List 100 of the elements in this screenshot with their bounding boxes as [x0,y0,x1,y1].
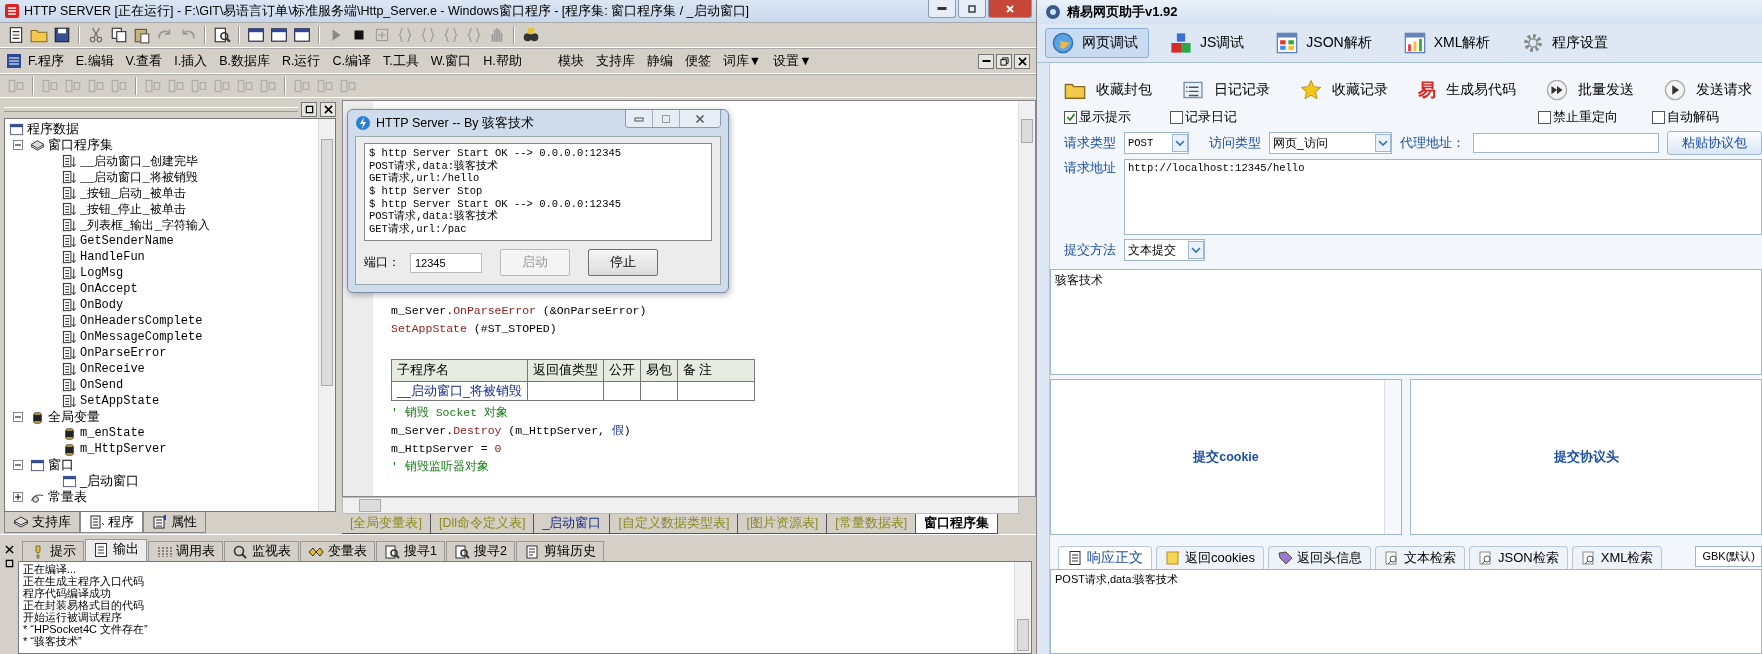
tree-item[interactable]: m_enState [80,426,145,440]
close-button[interactable] [1014,53,1030,69]
cookie-field[interactable]: 提交cookie [1050,379,1402,535]
menu-item[interactable]: V.查看 [119,50,169,72]
output-tab[interactable]: 剪辑历史 [515,541,604,561]
result-tab[interactable]: 文本检索 [1375,546,1466,569]
panel-tab[interactable]: 属性 [143,512,206,533]
restore-icon[interactable] [4,559,14,568]
menu-item[interactable]: 词库▼ [716,50,768,72]
main-tab[interactable]: XML解析 [1396,28,1502,58]
tree-item[interactable]: 窗口 [48,456,74,474]
tree-item[interactable]: LogMsg [80,266,124,280]
main-tab[interactable]: 网页调试 [1045,28,1149,58]
action-button[interactable]: 发送请求 [1664,79,1752,101]
checkbox-label[interactable]: 记录日记 [1185,108,1237,126]
menu-item[interactable]: C.编译 [326,50,377,72]
layout-icon[interactable] [269,25,289,45]
maximize-button[interactable] [653,110,680,127]
collapse-box-icon[interactable] [13,492,23,502]
tree-item[interactable]: OnSend [80,378,124,392]
checkbox-label[interactable]: 自动解码 [1667,108,1719,126]
menu-item[interactable]: 静编 [640,50,679,72]
post-data-field[interactable]: 骇客技术 [1050,269,1762,375]
editor-tab[interactable]: 窗口程序集 [916,514,999,534]
action-button[interactable]: 日记记录 [1182,79,1270,101]
checkbox[interactable] [1170,110,1183,124]
scrollbar[interactable] [342,497,1019,514]
proxy-field[interactable] [1473,133,1659,153]
tree-item[interactable]: 全局变量 [48,408,100,426]
close-button[interactable] [320,101,336,117]
result-tab[interactable]: JSON检索 [1469,546,1568,569]
main-tab[interactable]: JS调试 [1163,28,1256,58]
tree-item[interactable]: OnHeadersComplete [80,314,203,328]
menu-item[interactable]: R.运行 [276,50,327,72]
tree-item[interactable]: OnReceive [80,362,145,376]
checkbox-label[interactable]: 显示提示 [1079,108,1131,126]
tree-item[interactable]: OnAccept [80,282,138,296]
menu-item[interactable]: 模块 [551,50,590,72]
output-tab[interactable]: 监视表 [224,541,299,561]
log-list[interactable]: $ http Server Start OK --> 0.0.0.0:12345 POST请求,data:骇客技术 GET请求,url:/hello $ http Server Stop $ http Server Start OK --> 0.0.0.0:12345 POST请求,data:骇客技术 GET请求,url:/pac [364,143,712,241]
tree-item[interactable]: HandleFun [80,250,145,264]
checkbox[interactable] [1538,110,1551,124]
menu-item[interactable]: 便签 [678,50,717,72]
encoding-select[interactable]: GBK(默认) [1695,546,1762,567]
copy-icon[interactable] [109,25,129,45]
save-icon[interactable] [52,25,72,45]
action-button[interactable]: 易 生成易代码 [1418,78,1516,102]
output-tab[interactable]: 调用表 [148,541,223,561]
action-button[interactable]: 收藏记录 [1300,79,1388,101]
tree-item[interactable]: GetSenderName [80,234,174,248]
find-icon[interactable] [212,25,232,45]
main-tab[interactable]: 程序设置 [1515,28,1620,58]
action-button[interactable]: 收藏封包 [1064,79,1152,101]
restore-button[interactable] [996,53,1012,69]
menu-item[interactable]: W.窗口 [424,50,478,72]
tree-item[interactable]: _按钮_启动_被单击 [80,184,186,202]
access-type-select[interactable]: 网页_访问 [1269,132,1392,154]
checkbox[interactable] [1652,110,1665,124]
panel-tab[interactable]: 程序 [80,512,143,533]
method-select[interactable]: 文本提交 [1124,239,1205,261]
response-field[interactable]: POST请求,data:骇客技术 [1050,570,1762,654]
panel-tab[interactable]: 支持库 [4,512,80,533]
result-tab[interactable]: 返回cookies [1156,546,1265,569]
tree-item[interactable]: __启动窗口_将被销毁 [80,168,198,186]
menu-item[interactable]: E.编辑 [69,50,120,72]
tree-item[interactable]: _列表框_输出_字符输入 [80,216,210,234]
tree-item[interactable]: 程序数据 [27,120,79,138]
minimize-button[interactable] [928,0,956,18]
output-tab[interactable]: 提示 [22,541,84,561]
tree-item[interactable]: 常量表 [48,488,87,506]
editor-tab[interactable]: _启动窗口 [534,514,611,534]
menu-item[interactable]: H.帮助 [477,50,528,72]
menu-item[interactable]: 设置▼ [767,50,818,72]
port-field[interactable]: 12345 [410,252,482,273]
output-tab[interactable]: 搜寻2 [445,541,515,561]
tree-item[interactable]: _启动窗口 [80,472,140,490]
maximize-button[interactable] [958,0,986,18]
output-tab[interactable]: 搜寻1 [376,541,445,561]
tree-item[interactable]: OnMessageComplete [80,330,203,344]
menu-item[interactable]: T.工具 [377,50,425,72]
layout-icon[interactable] [292,25,312,45]
tree-item[interactable]: OnBody [80,298,124,312]
tree-item[interactable]: OnParseError [80,346,167,360]
paste-button[interactable]: 粘贴协议包 [1667,131,1762,155]
output-tab[interactable]: 变量表 [300,541,375,561]
close-icon[interactable] [4,545,14,554]
url-field[interactable]: http://localhost:12345/hello [1124,159,1762,235]
scrollbar[interactable] [1014,562,1031,653]
scrollbar[interactable] [1018,101,1035,496]
minimize-button[interactable] [978,53,994,69]
dialog-button[interactable]: 停止 [588,249,658,276]
checkbox-label[interactable]: 禁止重定向 [1553,108,1618,126]
menu-item[interactable]: B.数据库 [213,50,276,72]
action-button[interactable]: 批量发送 [1546,79,1634,101]
result-tab[interactable]: 返回头信息 [1268,546,1372,569]
restore-button[interactable] [301,101,317,117]
scrollbar[interactable] [318,119,335,511]
result-tab[interactable]: 响应正文 [1058,546,1152,569]
tree-item[interactable]: 窗口程序集 [48,136,113,154]
header-field[interactable]: 提交协议头 [1410,379,1762,535]
